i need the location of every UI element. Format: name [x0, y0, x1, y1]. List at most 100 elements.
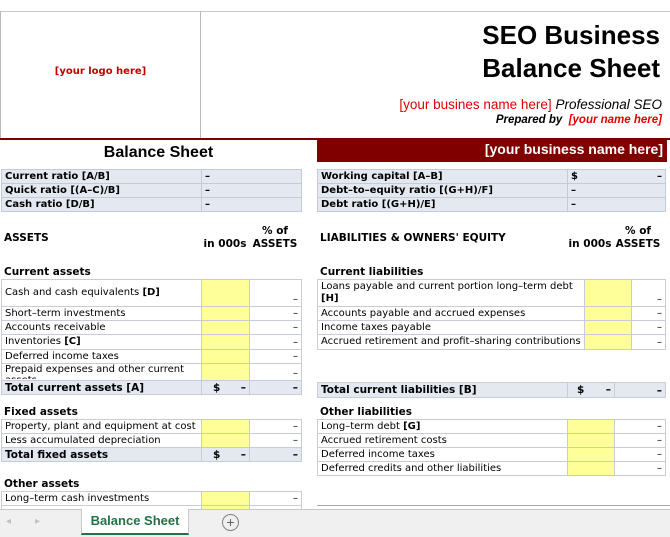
sheet-tab-balance-sheet[interactable]: Balance Sheet: [81, 509, 189, 535]
total-pct: –: [614, 382, 666, 398]
ratio-value[interactable]: –: [567, 183, 666, 198]
table-row: Deferred income taxes –: [317, 447, 666, 462]
row-label[interactable]: Income taxes payable: [317, 320, 585, 335]
currency-symbol: $: [213, 381, 221, 394]
value-input[interactable]: [567, 447, 615, 462]
ratio-label[interactable]: Quick ratio [(A–C)/B]: [1, 183, 202, 198]
scroll-tabs-left-icon[interactable]: ◂: [6, 516, 11, 527]
ratio-value[interactable]: –: [567, 197, 666, 212]
row-label[interactable]: Deferred income taxes: [317, 447, 568, 462]
value-input[interactable]: [583, 320, 632, 335]
ratio-label[interactable]: Debt ratio [(G+H)/E]: [317, 197, 568, 212]
table-row: Accrued retirement and profit–sharing co…: [317, 334, 667, 350]
value-input[interactable]: [567, 433, 615, 448]
row-label[interactable]: Less accumulated depreciation: [1, 433, 202, 448]
ratio-value[interactable]: –: [201, 183, 302, 198]
row-label[interactable]: Cash and cash equivalents [D]: [1, 279, 202, 307]
total-value: $ –: [201, 447, 250, 462]
row-label[interactable]: Accounts receivable: [1, 320, 202, 335]
value-input[interactable]: [201, 433, 250, 448]
pct-value: –: [614, 419, 666, 434]
value-input[interactable]: [201, 363, 250, 381]
current-liabilities-table: Loans payable and current portion long–t…: [317, 279, 667, 350]
table-row: Less accumulated depreciation –: [1, 433, 302, 448]
row-label[interactable]: Short–term investments: [1, 306, 202, 321]
business-name-band: [your business name here]: [317, 140, 667, 162]
pct-value: –: [249, 491, 302, 506]
ratio-value[interactable]: –: [201, 197, 302, 212]
pct-value: –: [249, 279, 302, 307]
ratio-value[interactable]: –: [201, 169, 302, 184]
table-row: Loans payable and current portion long–t…: [317, 279, 667, 307]
ratio-value-cell[interactable]: $ –: [567, 169, 666, 184]
table-row: Accrued retirement costs –: [317, 433, 666, 448]
ratio-label[interactable]: Debt–to–equity ratio [(G+H)/F]: [317, 183, 568, 198]
row-label[interactable]: Prepaid expenses and other current asset…: [1, 363, 202, 381]
pct-value: –: [249, 363, 302, 381]
total-value: $ –: [567, 382, 615, 398]
ratio-value: –: [657, 170, 662, 182]
value-input[interactable]: [201, 334, 250, 350]
total-value: $ –: [201, 380, 250, 395]
col-pct-line1: % of: [625, 225, 651, 237]
scroll-tabs-right-icon[interactable]: ▸: [35, 516, 40, 527]
col-pct-line2: ASSETS: [252, 238, 298, 250]
other-liabilities-heading: Other liabilities: [320, 406, 412, 418]
value-input[interactable]: [201, 419, 250, 434]
value-input[interactable]: [567, 419, 615, 434]
row-label[interactable]: Property, plant and equipment at cost: [1, 419, 202, 434]
row-label[interactable]: Accrued retirement and profit–sharing co…: [317, 334, 585, 350]
ratio-label[interactable]: Current ratio [A/B]: [1, 169, 202, 184]
value-input[interactable]: [201, 320, 250, 335]
total-amount: –: [240, 448, 246, 461]
row-label[interactable]: Long–term cash investments: [1, 491, 202, 506]
liabilities-col-in000s: in 000s: [568, 238, 612, 250]
row-label[interactable]: Accrued retirement costs: [317, 433, 568, 448]
table-row: Accounts payable and accrued expenses –: [317, 306, 667, 321]
row-label[interactable]: Loans payable and current portion long–t…: [317, 279, 585, 307]
table-row: Property, plant and equipment at cost –: [1, 419, 302, 434]
table-row: Short–term investments –: [1, 306, 302, 321]
row-label[interactable]: Inventories [C]: [1, 334, 202, 350]
pct-value: –: [630, 320, 667, 335]
ratio-row: Working capital [A–B] $ –: [317, 169, 666, 184]
ratio-row: Debt–to–equity ratio [(G+H)/F] –: [317, 183, 666, 198]
ratio-label[interactable]: Cash ratio [D/B]: [1, 197, 202, 212]
ratio-row: Cash ratio [D/B] –: [1, 197, 302, 212]
section-divider: [317, 505, 670, 506]
total-row: Total current assets [A] $ – –: [1, 380, 302, 395]
assets-col-in000s: in 000s: [203, 238, 247, 250]
ratio-label[interactable]: Working capital [A–B]: [317, 169, 568, 184]
current-assets-heading: Current assets: [4, 266, 91, 278]
table-row: Deferred income taxes –: [1, 349, 302, 364]
row-label[interactable]: Deferred credits and other liabilities: [317, 461, 568, 476]
liabilities-col-pct: % of ASSETS: [613, 225, 663, 251]
label-text: Inventories: [5, 336, 61, 347]
total-pct: –: [249, 380, 302, 395]
pct-value: –: [249, 320, 302, 335]
currency-symbol: $: [577, 384, 585, 396]
row-label[interactable]: Deferred income taxes: [1, 349, 202, 364]
table-row: Prepaid expenses and other current asset…: [1, 363, 302, 381]
row-label[interactable]: Long–term debt [G]: [317, 419, 568, 434]
row-label[interactable]: Accounts payable and accrued expenses: [317, 306, 585, 321]
liabilities-heading: LIABILITIES & OWNERS' EQUITY: [320, 232, 506, 244]
value-input[interactable]: [201, 349, 250, 364]
pct-value: –: [630, 334, 667, 350]
value-input[interactable]: [567, 461, 615, 476]
value-input[interactable]: [583, 279, 632, 307]
ratio-row: Quick ratio [(A–C)/B] –: [1, 183, 302, 198]
table-row: Long–term debt [G] –: [317, 419, 666, 434]
value-input[interactable]: [201, 306, 250, 321]
add-sheet-icon[interactable]: +: [222, 514, 239, 531]
logo-placeholder: [your logo here]: [54, 66, 147, 77]
fixed-assets-heading: Fixed assets: [4, 406, 78, 418]
table-row: Long–term cash investments –: [1, 491, 302, 506]
sheet-title: Balance Sheet: [103, 144, 214, 161]
table-row: Deferred credits and other liabilities –: [317, 461, 666, 476]
value-input[interactable]: [583, 306, 632, 321]
other-assets-heading: Other assets: [4, 478, 80, 490]
value-input[interactable]: [201, 279, 250, 307]
value-input[interactable]: [201, 491, 250, 506]
value-input[interactable]: [583, 334, 632, 350]
